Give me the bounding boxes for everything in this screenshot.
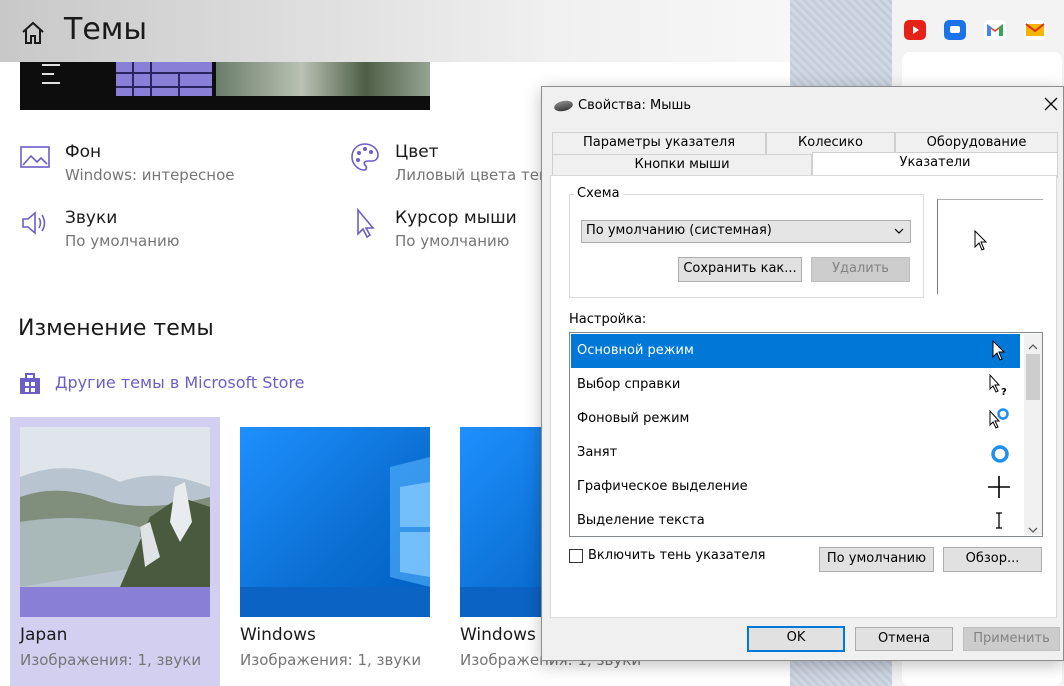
tab-wheel[interactable]: Колесико (766, 132, 895, 154)
theme-card-japan[interactable]: Japan Изображения: 1, звуки (10, 417, 220, 686)
cursor-label: Курсор мыши (395, 208, 517, 228)
arrow-cursor-icon (988, 339, 1010, 362)
list-item[interactable]: Выделение текста (571, 504, 1020, 536)
cursor-icon (350, 207, 380, 239)
browse-button[interactable]: Обзор... (943, 547, 1042, 572)
scroll-thumb[interactable] (1026, 354, 1040, 400)
scheme-select-value: По умолчанию (системная) (586, 223, 772, 238)
theme-name: Japan (20, 625, 68, 645)
pointers-tab-panel: Схема По умолчанию (системная) Сохранить… (550, 175, 1057, 618)
home-icon[interactable] (20, 20, 46, 46)
scheme-legend: Схема (574, 186, 623, 201)
gmail-icon[interactable] (984, 20, 1006, 40)
picture-icon (20, 142, 50, 172)
pointer-name: Выделение текста (577, 513, 705, 528)
pointer-name: Графическое выделение (577, 479, 748, 494)
list-item[interactable]: Занят (571, 436, 1020, 470)
preview-wallpaper (216, 62, 430, 96)
preview-start-lines (42, 64, 60, 91)
sounds-label: Звуки (65, 208, 118, 228)
mail-icon[interactable] (1024, 20, 1046, 40)
pointer-name: Фоновый режим (577, 411, 690, 426)
working-cursor-icon (988, 408, 1010, 430)
speaker-icon (20, 208, 50, 238)
background-value: Windows: интересное (65, 166, 235, 184)
pointer-shadow-label: Включить тень указателя (588, 548, 766, 563)
busy-cursor-icon (988, 442, 1010, 464)
ok-button[interactable]: OK (747, 626, 845, 652)
list-item[interactable]: Основной режим (571, 334, 1020, 368)
theme-thumbnail (20, 427, 210, 617)
color-value: Лиловый цвета тены (395, 166, 561, 184)
use-default-button[interactable]: По умолчанию (819, 547, 934, 572)
background-label: Фон (65, 142, 102, 162)
text-cursor-icon (988, 510, 1010, 532)
save-as-button[interactable]: Сохранить как... (678, 257, 802, 282)
arrow-cursor-icon (974, 229, 988, 256)
dialog-title: Свойства: Мышь (578, 98, 692, 113)
page-title: Темы (64, 12, 148, 47)
customize-label: Настройка: (569, 312, 647, 327)
store-icon (18, 371, 42, 399)
sounds-value: По умолчанию (65, 232, 180, 250)
tab-hardware[interactable]: Оборудование (895, 132, 1058, 154)
scheme-select[interactable]: По умолчанию (системная) (581, 220, 911, 243)
mouse-properties-dialog: Свойства: Мышь Параметры указателя Колес… (541, 86, 1064, 661)
tab-pointer-options[interactable]: Параметры указателя (552, 132, 766, 154)
mouse-icon (553, 99, 574, 113)
delete-button[interactable]: Удалить (811, 257, 910, 282)
pointer-list[interactable]: Основной режим Выбор справки ? Фоновый р… (569, 332, 1043, 537)
svg-text:?: ? (1001, 387, 1007, 396)
chevron-down-icon (894, 222, 904, 247)
background-option[interactable]: Фон Windows: интересное (20, 142, 320, 192)
theme-desc: Изображения: 1, звуки (20, 651, 202, 669)
close-icon[interactable] (1042, 95, 1060, 113)
theme-card-windows[interactable]: Windows Изображения: 1, звуки (230, 417, 440, 686)
cursor-value: По умолчанию (395, 232, 510, 250)
change-theme-heading: Изменение темы (18, 316, 214, 341)
list-item[interactable]: Выбор справки ? (571, 368, 1020, 402)
tab-buttons[interactable]: Кнопки мыши (552, 154, 812, 176)
messenger-icon[interactable] (944, 20, 966, 40)
youtube-icon[interactable] (904, 20, 926, 40)
theme-thumbnail (240, 427, 430, 617)
theme-preview (20, 62, 430, 110)
pointer-shadow-checkbox[interactable] (569, 549, 583, 563)
list-scrollbar[interactable] (1024, 334, 1042, 535)
pointer-name: Основной режим (577, 343, 694, 358)
palette-icon (350, 142, 380, 172)
list-item[interactable]: Графическое выделение (571, 470, 1020, 504)
apply-button[interactable]: Применить (963, 627, 1060, 651)
theme-name: Windows (240, 625, 316, 645)
cancel-button[interactable]: Отмена (855, 627, 953, 651)
store-themes-link[interactable]: Другие темы в Microsoft Store (18, 371, 318, 395)
scheme-group (569, 194, 924, 298)
preview-tiles (116, 62, 212, 96)
theme-name: Windows ( (460, 625, 548, 645)
sounds-option[interactable]: Звуки По умолчанию (20, 208, 320, 258)
list-item[interactable]: Фоновый режим (571, 402, 1020, 436)
pointer-name: Выбор справки (577, 377, 681, 392)
help-cursor-icon: ? (988, 373, 1010, 398)
store-link-label: Другие темы в Microsoft Store (55, 373, 305, 392)
pointer-preview (937, 199, 1043, 294)
theme-desc: Изображения: 1, звуки (240, 651, 422, 669)
crosshair-cursor-icon (988, 476, 1010, 498)
pointer-name: Занят (577, 445, 618, 460)
color-label: Цвет (395, 142, 439, 162)
chevron-down-icon[interactable] (1028, 520, 1038, 536)
